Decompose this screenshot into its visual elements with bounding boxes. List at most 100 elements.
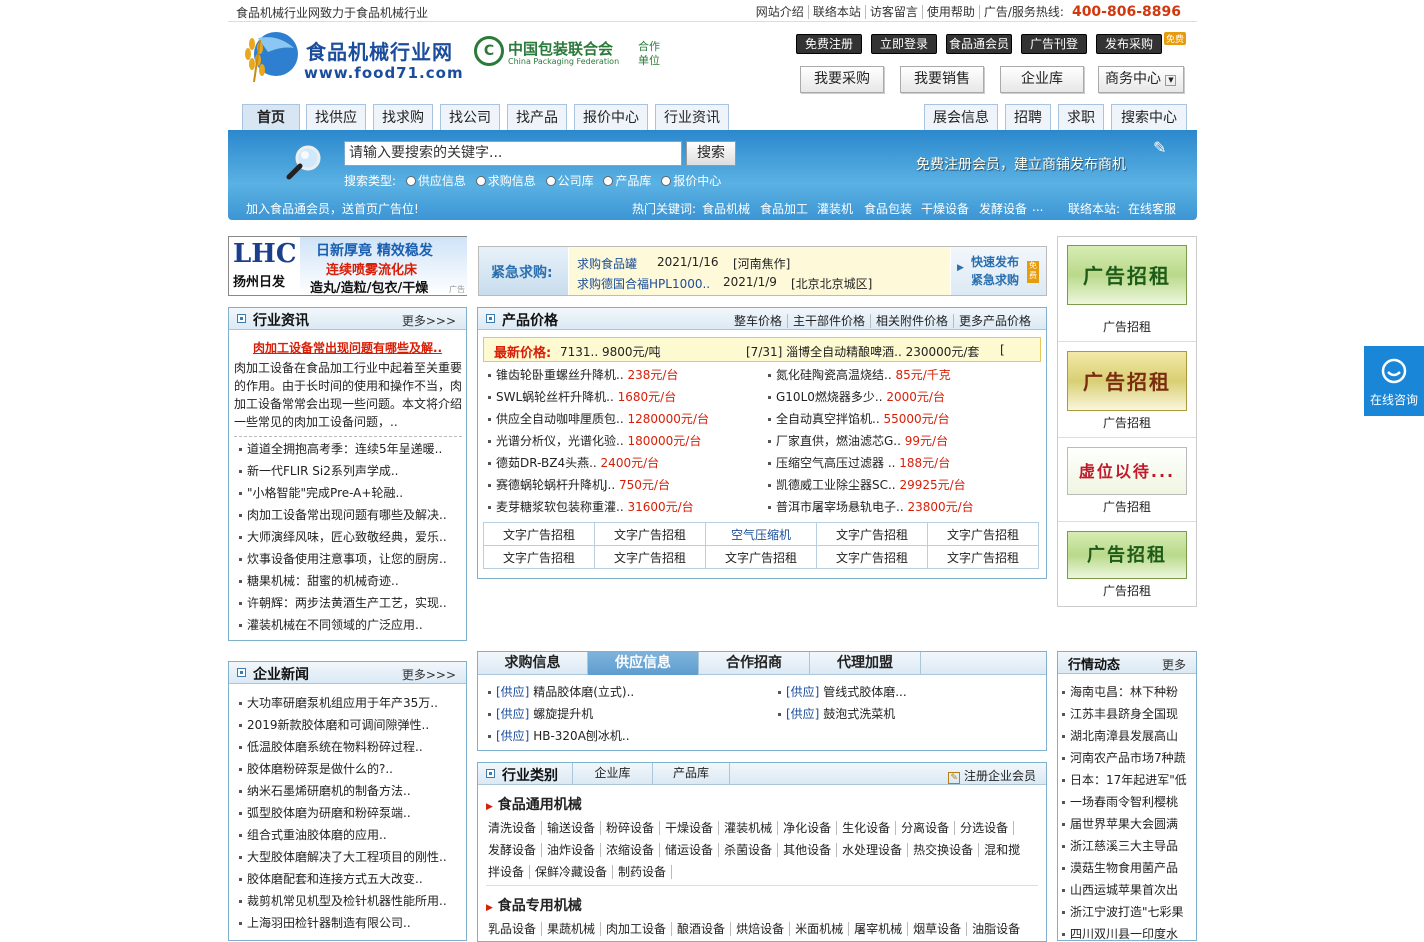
tab-purchase[interactable]: 找求购 xyxy=(373,104,433,131)
ad-tile[interactable]: 广告招租 xyxy=(1067,245,1187,305)
list-item[interactable]: 组合式重油胶体磨的应用.. xyxy=(235,824,462,846)
tab-supply-info[interactable]: 供应信息 xyxy=(588,652,699,675)
hot-keyword[interactable]: 食品加工 xyxy=(760,200,808,217)
category-link[interactable]: 烟草设备 xyxy=(907,922,967,936)
list-item[interactable]: 灌装机械在不同领域的广泛应用.. xyxy=(235,614,462,636)
more-link[interactable]: 更多 xyxy=(1162,656,1186,673)
ad-label[interactable]: 广告招租 xyxy=(1058,582,1196,599)
list-item[interactable]: 2019新款胶体磨和可调间隙弹性.. xyxy=(235,714,462,736)
quick-post-button[interactable]: ▶ 快速发布 紧急求购 免费 xyxy=(951,247,1046,295)
link-guestbook[interactable]: 访客留言 xyxy=(864,5,922,19)
price-row[interactable]: G10L0燃烧器多少.. 2000元/台 xyxy=(764,386,1040,408)
link-help[interactable]: 使用帮助 xyxy=(921,5,979,19)
category-link[interactable]: 灌装机械 xyxy=(718,821,778,835)
category-link[interactable]: 生化设备 xyxy=(836,821,896,835)
ad-tile[interactable]: 虚位以待... xyxy=(1067,447,1187,495)
hot-keywords-more[interactable]: ... xyxy=(1032,200,1043,214)
text-ad-cell[interactable]: 文字广告招租 xyxy=(705,545,817,569)
tab-home[interactable]: 首页 xyxy=(242,104,300,131)
price-row[interactable]: 凯德威工业除尘器SC.. 29925元/台 xyxy=(764,474,1040,496)
hot-keyword[interactable]: 食品包装 xyxy=(864,200,912,217)
price-row[interactable]: 氮化硅陶瓷高温烧结.. 85元/千克 xyxy=(764,364,1040,386)
category-link[interactable]: 杀菌设备 xyxy=(718,843,778,857)
list-item[interactable]: 许朝辉：两步法黄酒生产工艺，实现.. xyxy=(235,592,462,614)
advertise-button[interactable]: 广告刊登 xyxy=(1021,34,1087,54)
list-item[interactable]: 山西运城苹果首次出 xyxy=(1058,879,1196,901)
urgent-item[interactable]: 求购德国合福HPL1000.. xyxy=(577,275,710,292)
list-item[interactable]: 道道全拥抱高考季：连续5年呈递暖.. xyxy=(235,438,462,460)
category-link[interactable]: 输送设备 xyxy=(541,821,601,835)
price-link[interactable]: 相关附件价格 xyxy=(869,314,953,328)
latest-price-item[interactable]: [7/31] 淄博全自动精酿啤酒.. 230000元/套 xyxy=(746,343,979,360)
list-item[interactable]: 届世界苹果大会圆满 xyxy=(1058,813,1196,835)
tab-resume[interactable]: 求职 xyxy=(1058,104,1104,131)
category-link[interactable]: 拌设备 xyxy=(488,865,529,879)
text-ad-cell[interactable]: 文字广告招租 xyxy=(816,522,928,546)
company-db-button[interactable]: 企业库 xyxy=(1000,66,1084,93)
price-row[interactable]: 锥齿轮卧重螺丝升降机.. 238元/台 xyxy=(484,364,754,386)
list-item[interactable]: 漠菇生物食用菌产品 xyxy=(1058,857,1196,879)
business-center-dropdown[interactable]: 商务中心 ▼ xyxy=(1098,66,1184,93)
text-ad-cell[interactable]: 文字广告招租 xyxy=(927,522,1039,546)
list-item[interactable]: 炊事设备使用注意事项，让您的厨房.. xyxy=(235,548,462,570)
tab-company[interactable]: 找公司 xyxy=(440,104,500,131)
link-contact[interactable]: 联络本站 xyxy=(807,5,865,19)
register-button[interactable]: 免费注册 xyxy=(796,34,862,54)
sell-button[interactable]: 我要销售 xyxy=(900,66,984,93)
ad-tile[interactable]: 广告招租 xyxy=(1067,351,1187,411)
ad-label[interactable]: 广告招租 xyxy=(1058,414,1196,431)
list-item[interactable]: 浙江宁波打造"七彩果 xyxy=(1058,901,1196,923)
category-link[interactable]: 乳品设备 xyxy=(488,922,541,936)
search-button[interactable]: 搜索 xyxy=(686,141,736,166)
list-item[interactable]: 上海羽田检针器制造有限公司.. xyxy=(235,912,462,934)
supply-item[interactable]: [供应] 鼓泡式洗菜机 xyxy=(774,703,1034,725)
tab-product[interactable]: 找产品 xyxy=(507,104,567,131)
ad-tile[interactable]: 广告招租 xyxy=(1067,531,1187,579)
category-link[interactable]: 净化设备 xyxy=(777,821,837,835)
category-link[interactable]: 果蔬机械 xyxy=(541,922,601,936)
register-company-link[interactable]: ✎ 注册企业会员 xyxy=(948,767,1036,784)
category-link[interactable]: 其他设备 xyxy=(777,843,837,857)
list-item[interactable]: 日本：17年起进军"低 xyxy=(1058,769,1196,791)
tab-search-center[interactable]: 搜索中心 xyxy=(1111,104,1187,131)
member-promo-link[interactable]: 加入食品通会员，送首页广告位! xyxy=(246,200,419,217)
category-link[interactable]: 粉碎设备 xyxy=(600,821,660,835)
list-item[interactable]: 江苏丰县跻身全国现 xyxy=(1058,703,1196,725)
urgent-item[interactable]: 求购食品罐 xyxy=(577,255,637,272)
category-link[interactable]: 发酵设备 xyxy=(488,843,541,857)
tab-product-db[interactable]: 产品库 xyxy=(652,763,730,785)
tab-company-db[interactable]: 企业库 xyxy=(572,763,652,785)
category-link[interactable]: 米面机械 xyxy=(789,922,849,936)
left-banner-ad[interactable]: LHC 扬州日发 日新厚竟 精效稳发 连续喷雾流化床 造丸/造粒/包衣/干燥 广… xyxy=(228,236,467,296)
hot-keyword[interactable]: 发酵设备 xyxy=(979,200,1027,217)
category-link[interactable]: 制药设备 xyxy=(612,865,672,879)
list-item[interactable]: 河南农产品市场7种蔬 xyxy=(1058,747,1196,769)
price-link[interactable]: 更多产品价格 xyxy=(952,314,1036,328)
radio-price[interactable]: 报价中心 xyxy=(661,174,721,188)
category-link[interactable]: 分选设备 xyxy=(954,821,1014,835)
list-item[interactable]: 海南屯昌：林下种粉 xyxy=(1058,681,1196,703)
category-link[interactable]: 油脂设备 xyxy=(966,922,1026,936)
hot-keyword[interactable]: 干燥设备 xyxy=(921,200,969,217)
text-ad-cell[interactable]: 文字广告招租 xyxy=(594,545,706,569)
price-row[interactable]: 光谱分析仪，光谱化验.. 180000元/台 xyxy=(484,430,754,452)
category-link[interactable]: 油炸设备 xyxy=(541,843,601,857)
list-item[interactable]: 大师演绎风味，匠心致敬经典，爱乐.. xyxy=(235,526,462,548)
list-item[interactable]: 胶体磨粉碎泵是做什么的?.. xyxy=(235,758,462,780)
text-ad-cell[interactable]: 文字广告招租 xyxy=(483,545,595,569)
list-item[interactable]: 大型胶体磨解决了大工程项目的刚性.. xyxy=(235,846,462,868)
tab-jobs[interactable]: 招聘 xyxy=(1005,104,1051,131)
supply-item[interactable]: [供应] 螺旋提升机 xyxy=(484,703,764,725)
category-link[interactable]: 浓缩设备 xyxy=(600,843,660,857)
category-link[interactable]: 水处理设备 xyxy=(836,843,908,857)
price-row[interactable]: 全自动真空拌馅机.. 55000元/台 xyxy=(764,408,1040,430)
search-input[interactable]: 请输入要搜索的关键字... xyxy=(344,141,682,166)
list-item[interactable]: 大功率研磨泵机组应用于年产35万.. xyxy=(235,692,462,714)
tab-exhibition[interactable]: 展会信息 xyxy=(924,104,998,131)
category-link[interactable]: 热交换设备 xyxy=(907,843,979,857)
price-row[interactable]: 供应全自动咖啡厘质包.. 1280000元/台 xyxy=(484,408,754,430)
latest-price-item[interactable]: [ xyxy=(1000,343,1005,357)
tab-investment[interactable]: 合作招商 xyxy=(699,652,810,675)
supply-item[interactable]: [供应] 管线式胶体磨... xyxy=(774,681,1034,703)
tab-purchase-info[interactable]: 求购信息 xyxy=(478,652,588,675)
